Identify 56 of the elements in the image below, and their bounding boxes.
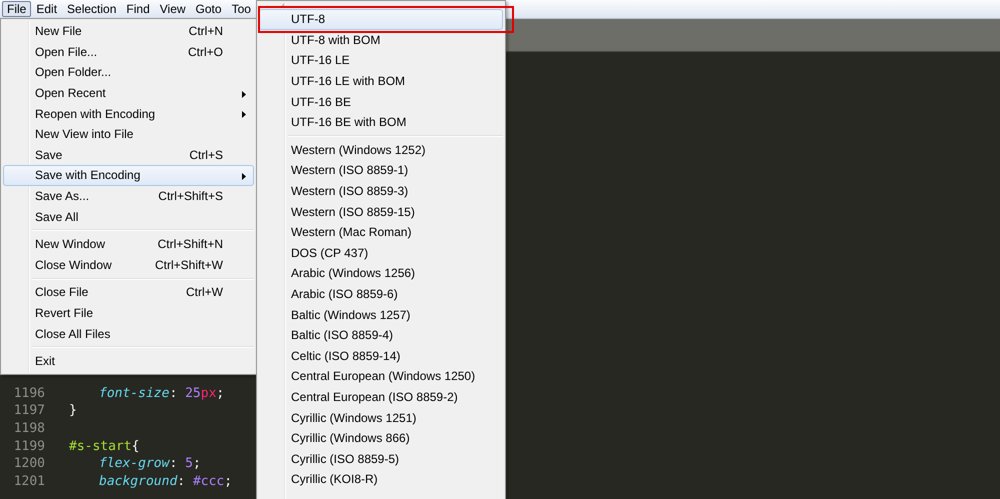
menu-item[interactable]: Arabic (ISO 8859-6): [259, 284, 503, 304]
menu-item[interactable]: Western (ISO 8859-1): [259, 160, 503, 181]
line-number: 1200: [12, 456, 46, 472]
menu-item[interactable]: New View into File: [3, 124, 254, 145]
menu-item[interactable]: DOS (CP 437): [259, 242, 503, 264]
menu-bar-item[interactable]: View: [154, 1, 191, 17]
line-number: 1201: [12, 474, 46, 489]
menu-item[interactable]: UTF-16 BE with BOM: [259, 112, 503, 133]
code-line: #s-start{: [69, 438, 140, 454]
menu-item[interactable]: Central European (ISO 8859-2): [259, 386, 503, 408]
menu-item[interactable]: Open Folder...: [3, 62, 254, 83]
menu-item[interactable]: Exit: [3, 350, 254, 372]
menu-item[interactable]: Open Recent: [3, 82, 254, 104]
code-line: flex-grow: 5;: [98, 456, 201, 472]
menu-item[interactable]: Reopen with Encoding: [3, 103, 254, 124]
menu-bar-item[interactable]: Goto: [190, 1, 227, 17]
menu-item[interactable]: Save As... Ctrl+Shift+S: [3, 186, 254, 206]
menu-item[interactable]: Arabic (Windows 1256): [259, 263, 503, 284]
menu-item[interactable]: Close All Files: [3, 323, 254, 344]
code-line: background: #ccc;: [98, 474, 232, 489]
menu-item[interactable]: Baltic (Windows 1257): [259, 304, 503, 325]
menu-item[interactable]: Celtic (ISO 8859-14): [259, 346, 503, 366]
menu-item[interactable]: UTF-8 with BOM: [259, 30, 503, 50]
menu-item[interactable]: Western (Windows 1252): [259, 140, 503, 160]
menu-item[interactable]: UTF-16 LE with BOM: [259, 70, 503, 92]
menu-item[interactable]: Western (ISO 8859-15): [259, 201, 503, 222]
menu-bar-item[interactable]: File: [2, 1, 32, 17]
menu-bar-item[interactable]: Find: [121, 1, 155, 17]
menu-item[interactable]: Close File Ctrl+W: [3, 282, 254, 303]
menu-item[interactable]: Close Window Ctrl+Shift+W: [3, 254, 254, 276]
menu-bar-item[interactable]: Edit: [31, 1, 62, 17]
line-number: 1196: [12, 386, 46, 401]
menu-item[interactable]: Western (ISO 8859-3): [259, 180, 503, 202]
menu-item[interactable]: Cyrillic (KOI8-R): [259, 469, 503, 490]
menu-item[interactable]: Save with Encoding: [3, 165, 254, 186]
menu-item[interactable]: Save Ctrl+S: [3, 144, 254, 166]
line-number: 1199: [12, 438, 46, 454]
menu-item[interactable]: New File Ctrl+N: [3, 21, 254, 42]
code-line: font-size: 25px;: [98, 386, 224, 401]
menu-bar-item[interactable]: Too: [226, 1, 256, 17]
menu-item[interactable]: Baltic (ISO 8859-4): [259, 324, 503, 346]
menu-item[interactable]: New Window Ctrl+Shift+N: [3, 234, 254, 255]
menu-bar-item[interactable]: Selection: [62, 1, 122, 17]
menu-item[interactable]: Western (Mac Roman): [259, 222, 503, 243]
menu-item[interactable]: Open File... Ctrl+O: [3, 42, 254, 62]
menu-item[interactable]: Revert File: [3, 302, 254, 324]
line-number: 1198: [12, 420, 46, 436]
menu-item[interactable]: Central European (Windows 1250): [259, 366, 503, 387]
menu-item[interactable]: UTF-16 LE: [259, 50, 503, 71]
code-line: }: [69, 403, 77, 418]
menu-item[interactable]: Cyrillic (Windows 866): [259, 428, 503, 448]
menu-item[interactable]: Cyrillic (Windows 1251): [259, 407, 503, 428]
menu-item[interactable]: UTF-16 BE: [259, 91, 503, 112]
menu-item[interactable]: Cyrillic (ISO 8859-5): [259, 448, 503, 470]
line-number: 1197: [12, 403, 46, 418]
menu-item[interactable]: Save All: [3, 206, 254, 227]
